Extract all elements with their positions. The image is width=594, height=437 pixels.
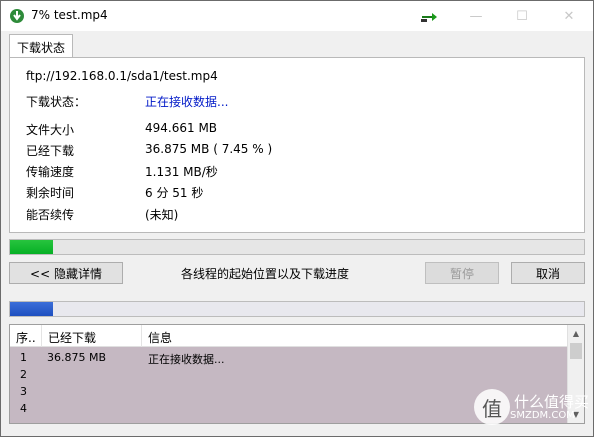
scroll-thumb[interactable] <box>570 343 582 359</box>
minimize-button[interactable]: — <box>453 1 499 31</box>
thread-list-header: 序.. 已经下载 信息 <box>10 325 568 347</box>
title-bar[interactable]: 7% test.mp4 — ☐ ✕ <box>1 1 593 31</box>
hide-details-button[interactable]: << 隐藏详情 <box>9 262 123 284</box>
watermark: 值 什么值得买 SMZDM.COM <box>474 389 589 425</box>
row-downloaded: 36.875 MB <box>47 351 107 364</box>
resume-label: 能否续传 <box>26 208 75 222</box>
downloaded-label: 已经下载 <box>26 144 75 158</box>
column-header-downloaded[interactable]: 已经下载 <box>42 325 142 347</box>
time-remaining-label: 剩余时间 <box>26 186 75 200</box>
thread-progress-bar <box>9 301 585 317</box>
watermark-subtext: SMZDM.COM <box>510 409 575 421</box>
row-info: 正在接收数据... <box>148 353 225 366</box>
row-index: 3 <box>20 385 27 398</box>
row-index: 4 <box>20 402 27 415</box>
table-row[interactable]: 1 36.875 MB 正在接收数据... <box>10 349 568 366</box>
window-title: 7% test.mp4 <box>31 8 108 22</box>
status-label: 下载状态： <box>26 95 87 109</box>
thread-progress-fill <box>10 302 53 316</box>
file-size-value: 494.661 MB <box>145 121 218 135</box>
watermark-logo-icon: 值 <box>474 389 510 425</box>
status-value: 正在接收数据... <box>145 95 229 109</box>
watermark-text: 什么值得买 <box>514 392 590 411</box>
speed-value: 1.131 MB/秒 <box>145 165 218 179</box>
resume-value: (未知) <box>145 208 179 222</box>
table-row[interactable]: 2 <box>10 366 568 383</box>
column-header-info[interactable]: 信息 <box>142 325 568 347</box>
row-index: 2 <box>20 368 27 381</box>
overall-progress-fill <box>10 240 53 254</box>
file-size-label: 文件大小 <box>26 123 75 137</box>
download-url: ftp://192.168.0.1/sda1/test.mp4 <box>26 69 218 83</box>
threads-label: 各线程的起始位置以及下载进度 <box>181 267 350 281</box>
pause-button[interactable]: 暂停 <box>425 262 499 284</box>
cancel-button[interactable]: 取消 <box>511 262 585 284</box>
overall-progress-bar <box>9 239 585 255</box>
maximize-button[interactable]: ☐ <box>499 1 545 31</box>
scroll-up-icon[interactable]: ▲ <box>568 325 584 342</box>
download-app-icon <box>10 9 24 23</box>
details-panel: ftp://192.168.0.1/sda1/test.mp4 下载状态： 正在… <box>9 57 585 233</box>
column-header-index[interactable]: 序.. <box>10 325 42 347</box>
close-button[interactable]: ✕ <box>546 1 592 31</box>
download-window: 7% test.mp4 — ☐ ✕ 下载状态 ftp://192.168.0.1… <box>0 0 594 437</box>
tab-download-status[interactable]: 下载状态 <box>9 34 73 57</box>
row-index: 1 <box>20 351 27 364</box>
speed-label: 传输速度 <box>26 165 75 179</box>
time-remaining-value: 6 分 51 秒 <box>145 186 204 200</box>
downloaded-value: 36.875 MB ( 7.45 % ) <box>145 142 273 156</box>
arrow-right-icon <box>421 13 437 22</box>
